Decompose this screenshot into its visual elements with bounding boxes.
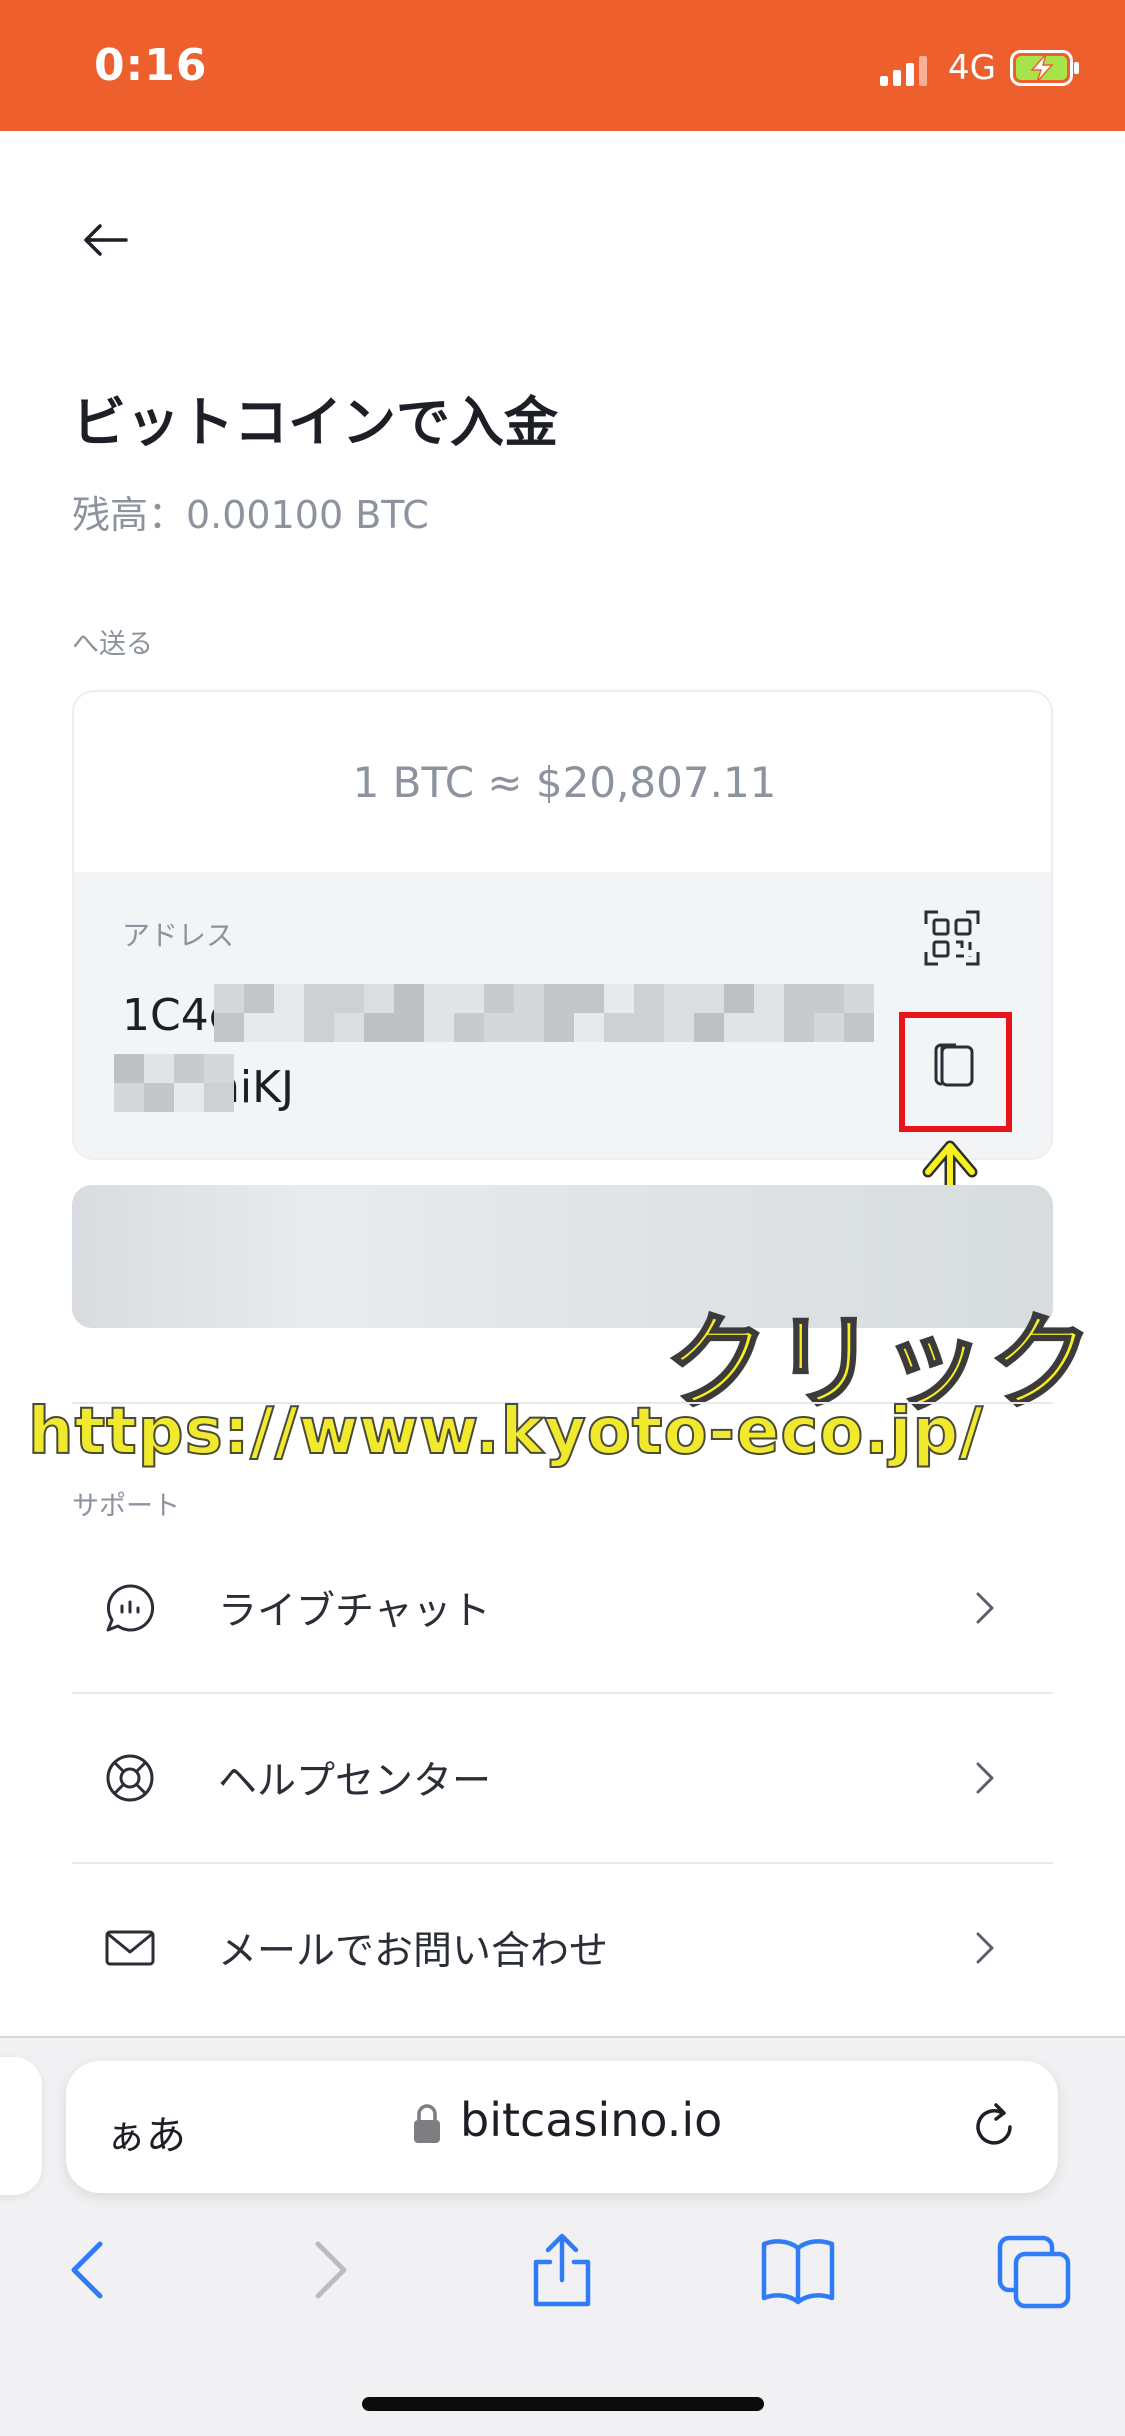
blur-pixel xyxy=(724,1013,754,1042)
blur-pixel xyxy=(204,1054,234,1083)
blur-pixel xyxy=(364,984,394,1013)
blur-pixel xyxy=(664,984,694,1013)
blur-pixel xyxy=(694,984,724,1013)
support-item-help-center[interactable]: ヘルプセンター xyxy=(72,1694,1053,1862)
blur-pixel xyxy=(144,1054,174,1083)
blur-pixel xyxy=(144,1083,174,1112)
support-item-label: ヘルプセンター xyxy=(218,1759,492,1804)
blur-pixel xyxy=(664,1013,694,1042)
blur-pixel xyxy=(484,1013,514,1042)
blur-pixel xyxy=(364,1013,394,1042)
blur-pixel xyxy=(244,1013,274,1042)
blur-pixel xyxy=(424,1013,454,1042)
chevron-right-icon xyxy=(976,1592,994,1624)
blur-pixel xyxy=(334,1013,364,1042)
blur-pixel xyxy=(274,984,304,1013)
tabs-icon[interactable] xyxy=(994,2230,1074,2310)
address-label: アドレス xyxy=(122,919,235,952)
blur-pixel xyxy=(214,1013,244,1042)
page-title: ビットコインで入金 xyxy=(72,391,558,454)
watermark-url: https://www.kyoto-eco.jp/ xyxy=(27,1394,984,1470)
blur-pixel xyxy=(694,1013,724,1042)
balance-text: 残高：0.00100 BTC xyxy=(72,493,429,537)
chevron-right-icon xyxy=(976,1762,994,1794)
blur-pixel xyxy=(724,984,754,1013)
blur-pixel xyxy=(844,984,874,1013)
blur-pixel xyxy=(484,984,514,1013)
blur-pixel xyxy=(304,1013,334,1042)
blur-pixel xyxy=(394,984,424,1013)
send-section-label: へ送る xyxy=(72,629,153,660)
blur-pixel xyxy=(574,984,604,1013)
status-time: 0:16 xyxy=(94,40,208,91)
battery-charging-icon xyxy=(1010,50,1079,86)
blur-pixel xyxy=(304,984,334,1013)
blur-pixel xyxy=(514,984,544,1013)
blur-pixel xyxy=(754,984,784,1013)
blur-pixel xyxy=(814,984,844,1013)
blur-pixel xyxy=(544,984,574,1013)
blur-pixel xyxy=(514,1013,544,1042)
blur-pixel xyxy=(424,984,454,1013)
chat-bubble-icon xyxy=(106,1584,155,1632)
blur-pixel xyxy=(334,984,364,1013)
network-type: 4G xyxy=(948,48,996,88)
home-indicator xyxy=(362,2397,764,2411)
blur-pixel xyxy=(814,1013,844,1042)
forward-chevron-icon[interactable] xyxy=(290,2230,370,2310)
blur-pixel xyxy=(784,1013,814,1042)
blur-pixel xyxy=(604,984,634,1013)
support-item-email[interactable]: メールでお問い合わせ xyxy=(72,1864,1053,2032)
blur-pixel xyxy=(394,1013,424,1042)
blur-pixel xyxy=(454,984,484,1013)
blur-pixel xyxy=(604,1013,634,1042)
blur-pixel xyxy=(174,1083,204,1112)
support-item-live-chat[interactable]: ライブチャット xyxy=(72,1524,1053,1692)
blur-pixel xyxy=(114,1083,144,1112)
envelope-icon xyxy=(105,1930,155,1966)
address-blur-mask-2 xyxy=(114,1054,244,1112)
share-icon[interactable] xyxy=(522,2230,602,2310)
highlight-box xyxy=(899,1012,1012,1132)
blur-pixel xyxy=(844,1013,874,1042)
back-arrow-icon[interactable] xyxy=(80,215,130,265)
chevron-right-icon xyxy=(976,1932,994,1964)
bookmarks-icon[interactable] xyxy=(758,2230,838,2310)
blur-pixel xyxy=(784,984,814,1013)
address-bar[interactable]: ぁあ bitcasino.io xyxy=(66,2061,1058,2193)
previous-tab-edge[interactable] xyxy=(0,2057,42,2195)
blur-pixel xyxy=(454,1013,484,1042)
reader-aa-button[interactable]: ぁあ xyxy=(106,2103,186,2161)
lifebuoy-icon xyxy=(106,1754,154,1802)
qr-code-icon[interactable] xyxy=(924,910,980,966)
support-item-label: メールでお問い合わせ xyxy=(218,1929,609,1974)
blur-pixel xyxy=(754,1013,784,1042)
blur-pixel xyxy=(204,1083,234,1112)
url-text[interactable]: bitcasino.io xyxy=(460,2093,722,2147)
blur-pixel xyxy=(574,1013,604,1042)
reload-icon[interactable] xyxy=(966,2099,1022,2155)
blur-pixel xyxy=(634,1013,664,1042)
exchange-rate: 1 BTC ≈ $20,807.11 xyxy=(352,757,777,807)
back-chevron-icon[interactable] xyxy=(48,2230,128,2310)
address-blur-mask xyxy=(214,984,874,1042)
lock-icon xyxy=(414,2104,440,2143)
blur-pixel xyxy=(214,984,244,1013)
blur-pixel xyxy=(544,1013,574,1042)
blur-pixel xyxy=(244,984,274,1013)
blur-pixel xyxy=(634,984,664,1013)
signal-icon xyxy=(880,56,927,86)
blur-pixel xyxy=(174,1054,204,1083)
support-item-label: ライブチャット xyxy=(218,1589,491,1634)
blur-pixel xyxy=(274,1013,304,1042)
support-section-label: サポート xyxy=(72,1491,180,1522)
blur-pixel xyxy=(114,1054,144,1083)
